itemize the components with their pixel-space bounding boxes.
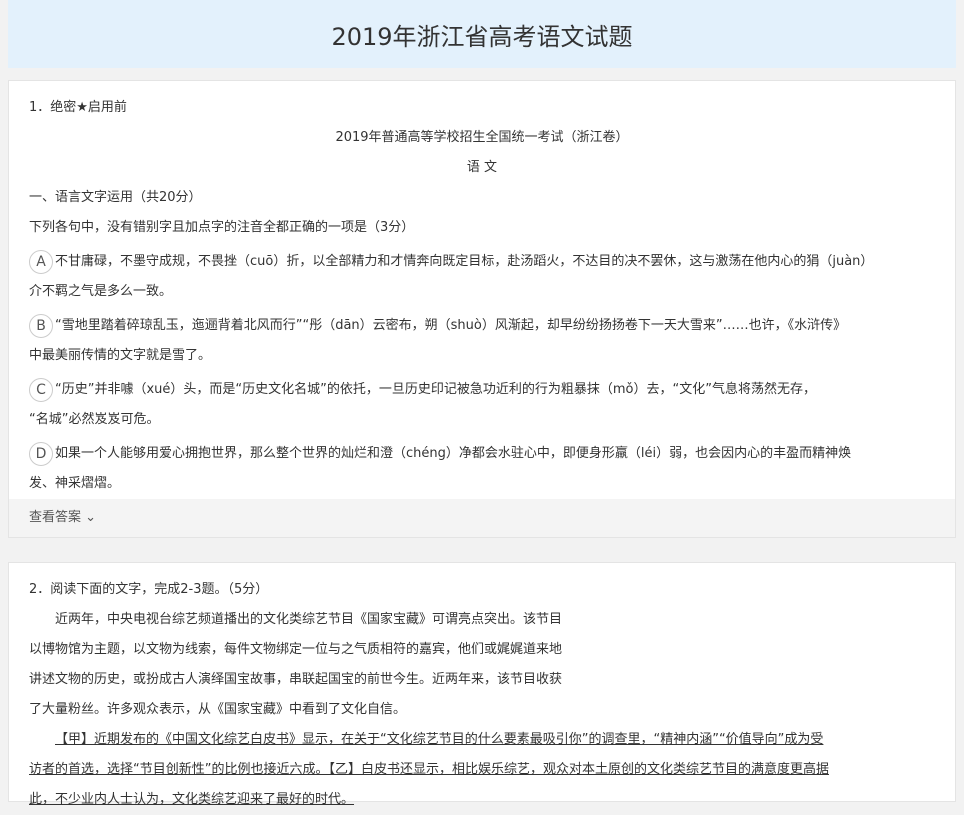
option-c[interactable]: C “历史”并非噱（xué）头，而是“历史文化名城”的依托，一旦历史印记被急功近利… — [29, 375, 935, 435]
passage-line: 了大量粉丝。许多观众表示，从《国家宝藏》中看到了文化自信。 — [29, 702, 407, 717]
option-d[interactable]: D 如果一个人能够用爱心拥抱世界，那么整个世界的灿烂和澄（chéng）净都会水驻心… — [29, 439, 935, 499]
passage-line: 近两年，中央电视台综艺频道播出的文化类综艺节目《国家宝藏》可谓亮点突出。该节目 — [55, 612, 563, 627]
option-text: 不甘庸碌，不墨守成规，不畏挫（cuō）折，以全部精力和才情奔向既定目标，赴汤蹈火… — [55, 254, 874, 269]
option-b[interactable]: B “雪地里踏着碎琼乱玉，迤逦背着北风而行”“彤（dān）云密布，朔（shuò）风… — [29, 311, 935, 371]
subject: 语 文 — [466, 160, 498, 175]
question-number: 1．绝密★启用前 — [29, 100, 127, 115]
option-text: 介不羁之气是多么一致。 — [29, 284, 173, 299]
option-text: 如果一个人能够用爱心拥抱世界，那么整个世界的灿烂和澄（chéng）净都会水驻心中… — [55, 446, 852, 461]
question-card-2: 2．阅读下面的文字，完成2-3题。（5分） 近两年，中央电视台综艺频道播出的文化… — [8, 562, 956, 807]
option-letter[interactable]: A — [29, 249, 53, 274]
question-stem: 下列各句中，没有错别字且加点字的注音全都正确的一项是（3分） — [29, 220, 415, 235]
option-text: “名城”必然岌岌可危。 — [29, 412, 160, 427]
page-title: 2019年浙江省高考语文试题 — [8, 0, 956, 68]
option-letter[interactable]: D — [29, 441, 53, 466]
option-letter[interactable]: B — [29, 313, 53, 338]
view-answer-button[interactable]: 查看答案 ⌄ — [9, 499, 955, 537]
option-text: “历史”并非噱（xué）头，而是“历史文化名城”的依托，一旦历史印记被急功近利的… — [55, 382, 816, 397]
passage-line: 以博物馆为主题，以文物为线索，每件文物绑定一位与之气质相符的嘉宾，他们或娓娓道来… — [29, 642, 563, 657]
view-answer-label: 查看答案 — [29, 510, 82, 525]
option-text: “雪地里踏着碎琼乱玉，迤逦背着北风而行”“彤（dān）云密布，朔（shuò）风渐… — [55, 318, 847, 333]
option-letter[interactable]: C — [29, 377, 53, 402]
section-heading: 一、语言文字运用（共20分） — [29, 190, 202, 205]
option-text: 发、神采熠熠。 — [29, 476, 121, 491]
question-number: 2．阅读下面的文字，完成2-3题。（5分） — [29, 582, 269, 597]
passage-line: 访者的首选，选择“节目创新性”的比例也接近六成。【乙】白皮书还显示，相比娱乐综艺… — [29, 762, 829, 777]
exam-title: 2019年普通高等学校招生全国统一考试（浙江卷） — [335, 130, 629, 145]
passage-line: 讲述文物的历史，或扮成古人演绎国宝故事，串联起国宝的前世今生。近两年来，该节目收… — [29, 672, 563, 687]
passage-line: 【甲】近期发布的《中国文化综艺白皮书》显示，在关于“文化综艺节目的什么要素最吸引… — [55, 732, 824, 747]
option-text: 中最美丽传情的文字就是雪了。 — [29, 348, 212, 363]
question-card-1: 1．绝密★启用前 2019年普通高等学校招生全国统一考试（浙江卷） 语 文 一、… — [8, 80, 956, 538]
option-a[interactable]: A 不甘庸碌，不墨守成规，不畏挫（cuō）折，以全部精力和才情奔向既定目标，赴汤蹈… — [29, 247, 935, 307]
chevron-down-icon: ⌄ — [85, 510, 97, 525]
